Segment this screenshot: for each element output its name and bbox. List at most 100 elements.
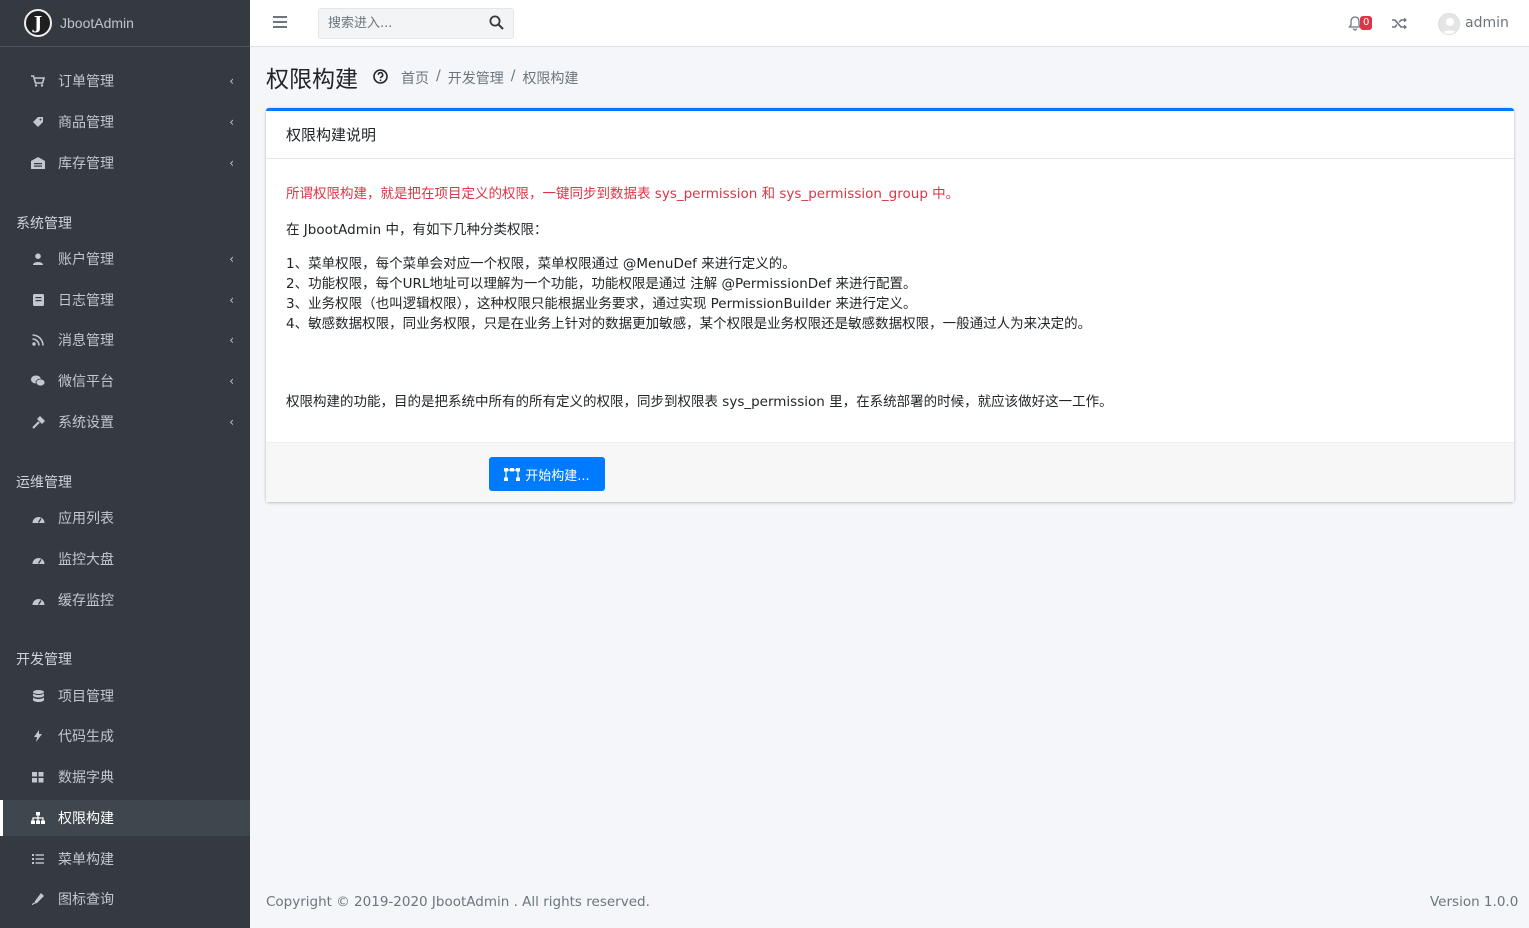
sidebar-item-label: 代码生成 [58,729,114,745]
question-circle-icon[interactable] [373,69,389,85]
list-item: 4、敏感数据权限，同业务权限，只是在业务上针对的数据更加敏感，某个权限是业务权限… [286,316,1092,332]
sidebar-item-label: 项目管理 [58,689,114,705]
sidebar-item-label: 监控大盘 [58,552,114,568]
search-input[interactable] [319,9,479,38]
permission-build-card: 权限构建说明 所谓权限构建，就是把在项目定义的权限，一键同步到数据表 sys_p… [266,108,1514,502]
list-item: 3、业务权限（也叫逻辑权限），这种权限只能根据业务要求，通过实现 Permiss… [286,296,917,312]
breadcrumb-home[interactable]: 首页 [401,68,429,88]
feed-icon [30,332,46,348]
sidebar-item-label: 日志管理 [58,293,114,309]
chevron-left-icon: ‹ [229,293,234,307]
breadcrumb-separator: / [510,68,516,84]
sidebar-item-permission-build[interactable]: 权限构建 [0,800,250,836]
chevron-left-icon: ‹ [229,333,234,347]
sidebar-item-logs[interactable]: 日志管理 ‹ [0,282,250,318]
sidebar-item-icon-search[interactable]: 图标查询 [0,881,250,917]
list-item: 2、功能权限，每个URL地址可以理解为一个功能，功能权限是通过 注解 @Perm… [286,276,917,292]
sidebar-item-projects[interactable]: 项目管理 [0,678,250,714]
sidebar-item-dictionary[interactable]: 数据字典 [0,759,250,795]
sidebar-item-label: 数据字典 [58,770,114,786]
warehouse-icon [30,155,46,171]
sidebar-item-label: 权限构建 [58,811,114,827]
sidebar-section-header: 运维管理 [16,475,72,491]
search-icon[interactable] [489,15,505,31]
sidebar-item-menu-build[interactable]: 菜单构建 [0,841,250,877]
brand-name: JbootAdmin [60,15,134,31]
breadcrumb-current: 权限构建 [522,71,579,87]
database-icon [30,688,46,704]
version-text: Version 1.0.0 [1430,894,1519,910]
sidebar-section-header: 开发管理 [16,652,72,668]
user-icon [30,251,46,267]
dashboard-icon [30,592,46,608]
sidebar-section-header: 系统管理 [16,216,72,232]
topbar: 0 admin [250,0,1529,47]
sidebar: J JbootAdmin 订单管理 ‹ 商品管理 ‹ 库存管理 ‹ 系统管理 账… [0,0,250,928]
sidebar-item-messages[interactable]: 消息管理 ‹ [0,322,250,358]
breadcrumb: 首页 / 开发管理 / 权限构建 [401,68,578,88]
dashboard-icon [30,510,46,526]
brand-logo: J [24,9,52,37]
sidebar-item-products[interactable]: 商品管理 ‹ [0,104,250,140]
page-title: 权限构建 [266,67,358,93]
sidebar-item-label: 微信平台 [58,374,114,390]
sidebar-item-settings[interactable]: 系统设置 ‹ [0,404,250,440]
sidebar-item-label: 库存管理 [58,156,114,172]
sidebar-item-monitor[interactable]: 监控大盘 [0,541,250,577]
sitemap-icon [30,810,46,826]
sidebar-item-wechat[interactable]: 微信平台 ‹ [0,363,250,399]
sidebar-item-cache[interactable]: 缓存监控 [0,582,250,618]
chevron-left-icon: ‹ [229,252,234,266]
wechat-icon [30,373,46,389]
sidebar-item-label: 系统设置 [58,415,114,431]
chevron-left-icon: ‹ [229,74,234,88]
shuffle-icon[interactable] [1392,15,1408,31]
avatar[interactable] [1438,13,1460,35]
sidebar-item-label: 菜单构建 [58,852,114,868]
intro-text: 在 JbootAdmin 中，有如下几种分类权限： [286,222,548,238]
list-icon [30,851,46,867]
card-title: 权限构建说明 [266,111,1514,159]
bolt-icon [30,728,46,744]
sidebar-item-label: 缓存监控 [58,593,114,609]
dashboard-icon [30,551,46,567]
book-icon [30,292,46,308]
card-body: 所谓权限构建，就是把在项目定义的权限，一键同步到数据表 sys_permissi… [266,159,1514,410]
chevron-left-icon: ‹ [229,115,234,129]
notification-badge: 0 [1360,16,1373,30]
user-name[interactable]: admin [1465,15,1509,31]
sidebar-item-label: 图标查询 [58,892,114,908]
sidebar-item-label: 订单管理 [58,74,114,90]
sitemap-icon [504,467,521,481]
chevron-left-icon: ‹ [229,156,234,170]
chevron-left-icon: ‹ [229,415,234,429]
search-box [318,8,514,39]
sidebar-item-apps[interactable]: 应用列表 [0,500,250,536]
sidebar-item-codegen[interactable]: 代码生成 [0,718,250,754]
start-build-label: 开始构建... [525,468,590,484]
breadcrumb-separator: / [436,68,441,84]
card-footer: 开始构建... [266,442,1514,502]
brand[interactable]: J JbootAdmin [0,0,250,47]
sidebar-item-label: 应用列表 [58,511,114,527]
intro-highlight: 所谓权限构建，就是把在项目定义的权限，一键同步到数据表 sys_permissi… [286,186,960,202]
sidebar-item-label: 账户管理 [58,252,114,268]
start-build-button[interactable]: 开始构建... [489,457,605,491]
permission-type-list: 1、菜单权限，每个菜单会对应一个权限，菜单权限通过 @MenuDef 来进行定义… [286,254,1091,334]
hamburger-menu-icon[interactable] [273,16,287,28]
hammer-icon [30,414,46,430]
summary-text: 权限构建的功能，目的是把系统中所有的所有定义的权限，同步到权限表 sys_per… [286,394,1113,410]
sidebar-item-orders[interactable]: 订单管理 ‹ [0,63,250,99]
pen-icon [30,891,46,907]
sidebar-item-accounts[interactable]: 账户管理 ‹ [0,241,250,277]
cart-icon [30,73,46,89]
sidebar-item-label: 消息管理 [58,333,114,349]
breadcrumb-dev[interactable]: 开发管理 [448,68,504,88]
tag-icon [30,114,46,130]
sidebar-item-inventory[interactable]: 库存管理 ‹ [0,145,250,181]
chevron-left-icon: ‹ [229,374,234,388]
sidebar-item-label: 商品管理 [58,115,114,131]
list-item: 1、菜单权限，每个菜单会对应一个权限，菜单权限通过 @MenuDef 来进行定义… [286,256,796,272]
copyright-text: Copyright © 2019-2020 JbootAdmin . All r… [266,894,650,910]
grid-icon [30,769,46,785]
